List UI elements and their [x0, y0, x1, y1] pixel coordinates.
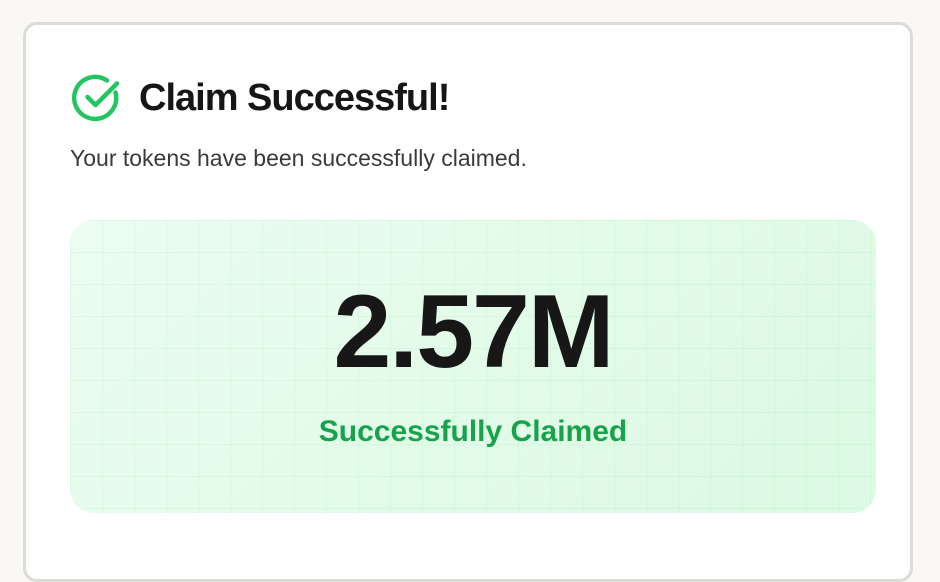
- claimed-amount: 2.57M: [333, 274, 614, 390]
- success-message: Your tokens have been successfully claim…: [70, 145, 527, 171]
- claim-success-card: Claim Successful! Your tokens have been …: [23, 22, 913, 582]
- card-header: Claim Successful!: [70, 71, 450, 125]
- page-title: Claim Successful!: [139, 76, 450, 119]
- claim-status-label: Successfully Claimed: [318, 415, 628, 448]
- check-circle-icon: [71, 74, 120, 122]
- claimed-amount-panel: 2.57M Successfully Claimed: [70, 220, 876, 513]
